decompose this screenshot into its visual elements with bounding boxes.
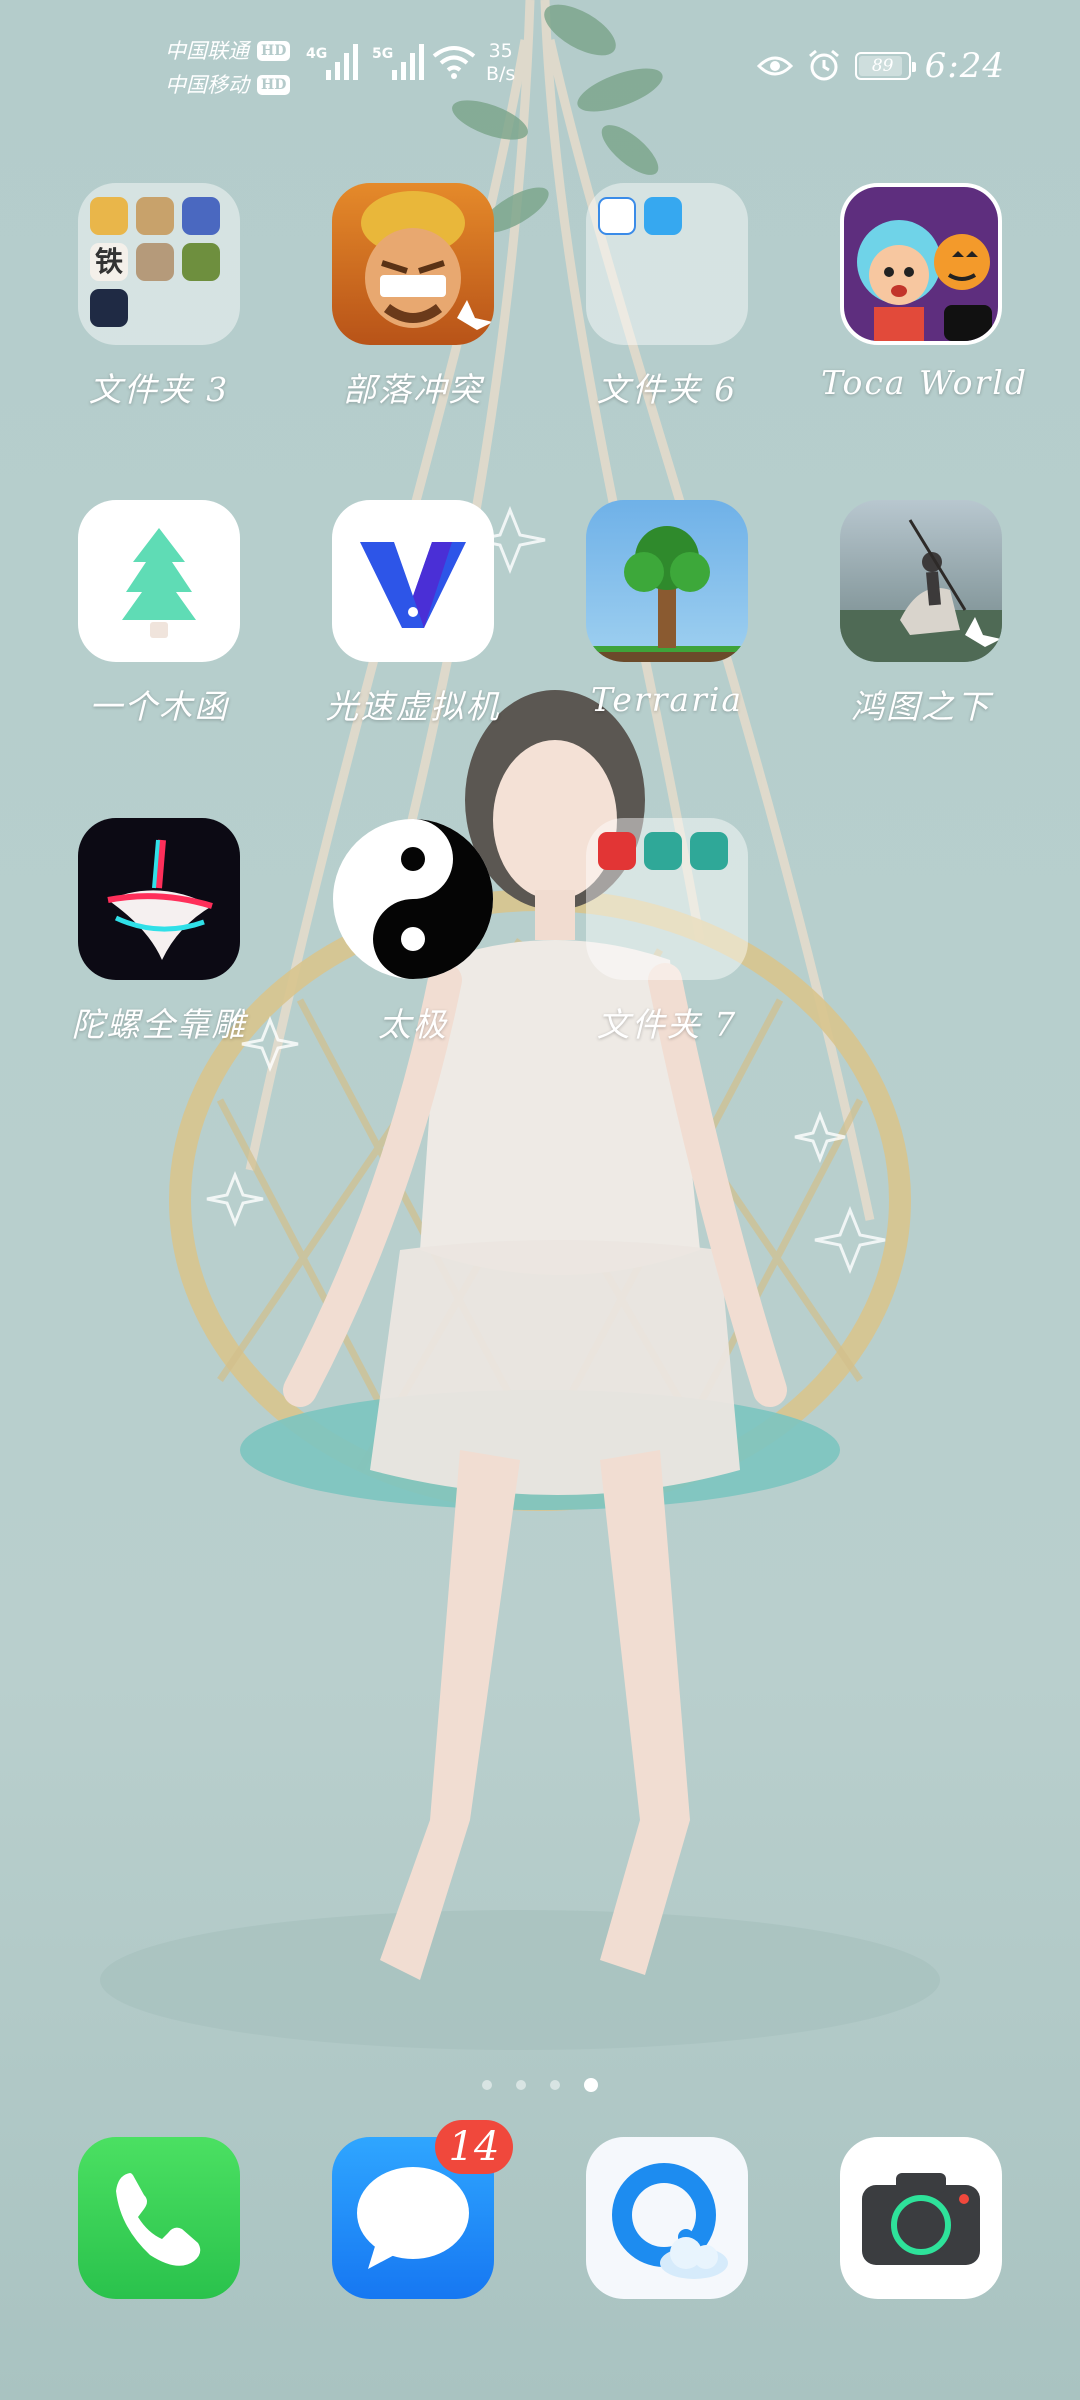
app-label: Terraria: [590, 680, 744, 719]
folder-icon: [586, 183, 748, 345]
battery-icon: 89: [854, 52, 916, 80]
app-clash-of-clans[interactable]: 部落冲突: [313, 183, 513, 411]
camera-icon: [840, 2137, 1002, 2299]
page-dot[interactable]: [550, 2080, 560, 2090]
page-dot-current[interactable]: [584, 2078, 598, 2092]
app-yigemuhan[interactable]: 一个木函: [59, 500, 259, 728]
page-dot[interactable]: [516, 2080, 526, 2090]
page-indicator[interactable]: [0, 2078, 1080, 2092]
clash-of-clans-icon: [332, 183, 494, 345]
yin-yang-icon: [332, 818, 494, 980]
app-label: 光速虚拟机: [325, 687, 501, 726]
clock: 6:24: [924, 46, 1005, 86]
app-label: 文件夹 7: [596, 1005, 738, 1044]
signal-icon: [392, 44, 424, 80]
hongtuzhixia-icon: [840, 500, 1002, 662]
carrier-2: 中国移动: [165, 73, 249, 97]
carrier-info: 中国联通 HD 中国移动 HD: [165, 34, 291, 102]
app-label: 文件夹 3: [88, 370, 230, 409]
speed-unit: B/s: [486, 63, 516, 85]
dock-phone[interactable]: [59, 2137, 259, 2299]
toca-world-icon: [840, 183, 1002, 345]
app-folder-6[interactable]: 文件夹 6: [567, 183, 767, 411]
eye-icon: [756, 56, 793, 76]
network-speed: 35 B/s: [486, 40, 515, 86]
app-guangsu-vm[interactable]: 光速虚拟机: [313, 500, 513, 728]
battery-level: 89: [871, 56, 894, 76]
tree-icon: [78, 500, 240, 662]
v-logo-icon: [332, 500, 494, 662]
folder-icon: 铁: [78, 183, 240, 345]
folder-mini-text: 铁: [90, 243, 128, 281]
app-folder-7[interactable]: 文件夹 7: [567, 818, 767, 1046]
app-label: 陀螺全靠雕: [71, 1005, 247, 1044]
page-dot[interactable]: [482, 2080, 492, 2090]
status-bar: 中国联通 HD 中国移动 HD 4G 5G 35 B/s 89 6:24: [0, 0, 1080, 135]
app-taiji[interactable]: 太极: [313, 818, 513, 1046]
app-label: Toca World: [821, 363, 1028, 402]
app-terraria[interactable]: Terraria: [567, 500, 767, 719]
app-label: 鸿图之下: [851, 687, 991, 726]
app-label: 文件夹 6: [596, 370, 738, 409]
wifi-icon: [432, 46, 476, 79]
browser-icon: [586, 2137, 748, 2299]
app-label: 部落冲突: [343, 370, 483, 409]
alarm-icon: [808, 49, 839, 81]
messages-badge: 14: [435, 2120, 513, 2174]
app-hongtuzhixia[interactable]: 鸿图之下: [821, 500, 1021, 728]
app-folder-3[interactable]: 铁 文件夹 3: [59, 183, 259, 411]
terraria-icon: [586, 500, 748, 662]
app-label: 太极: [378, 1005, 448, 1044]
hd-badge: HD: [257, 41, 291, 61]
speed-value: 35: [488, 40, 513, 62]
phone-icon: [78, 2137, 240, 2299]
app-tuoluo[interactable]: 陀螺全靠雕: [59, 818, 259, 1046]
dock-browser[interactable]: [567, 2137, 767, 2299]
net-type-1: 4G: [306, 46, 328, 62]
folder-icon: [586, 818, 748, 980]
signal-icon: [326, 44, 358, 80]
app-label: 一个木函: [89, 687, 229, 726]
dock-camera[interactable]: [821, 2137, 1021, 2299]
hd-badge: HD: [257, 75, 291, 95]
spinning-top-icon: [78, 818, 240, 980]
carrier-1: 中国联通: [165, 39, 249, 63]
app-toca-world[interactable]: Toca World: [821, 183, 1028, 402]
right-status: 89 6:24: [756, 46, 1005, 86]
net-type-2: 5G: [372, 46, 394, 62]
